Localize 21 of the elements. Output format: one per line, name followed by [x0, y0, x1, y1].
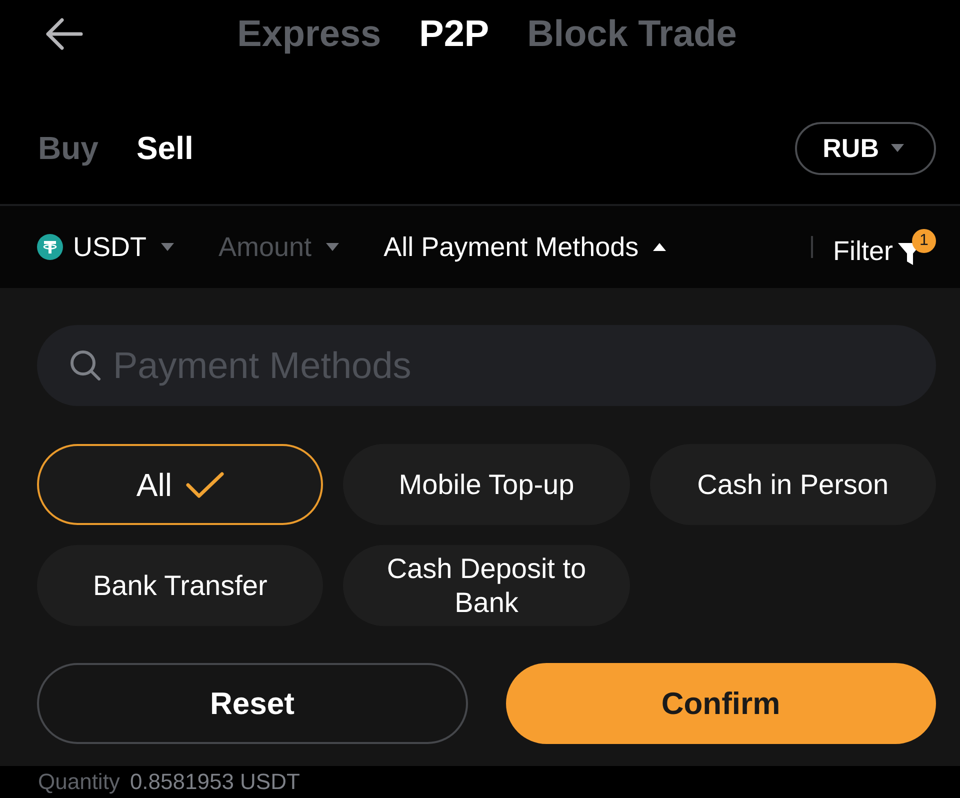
payment-method-chip[interactable]: Cash Deposit to Bank [343, 545, 630, 626]
payment-method-chip[interactable]: Cash in Person [650, 444, 936, 525]
back-arrow-icon[interactable] [45, 18, 83, 50]
quantity-label: Quantity [38, 769, 120, 795]
filter-button[interactable]: Filter 1 [833, 228, 936, 266]
quantity-value: 0.8581953 USDT [130, 769, 300, 795]
trade-side-tab[interactable]: Sell [136, 128, 194, 168]
caret-icon [891, 144, 904, 152]
currency-dropdown[interactable]: RUB [794, 122, 936, 174]
payment-method-chip[interactable]: Bank Transfer [37, 545, 324, 626]
coin-icon [37, 234, 63, 260]
payment-method-chip[interactable]: All [37, 444, 324, 525]
search-icon [69, 349, 101, 381]
filter-dropdown[interactable]: All Payment Methods [384, 231, 666, 263]
confirm-button[interactable]: Confirm [506, 663, 936, 744]
check-icon [186, 472, 224, 498]
payment-method-chip[interactable]: Mobile Top-up [343, 444, 630, 525]
mode-tab[interactable]: P2P [419, 12, 490, 56]
filter-count-badge: 1 [912, 228, 936, 252]
reset-button[interactable]: Reset [37, 663, 468, 744]
filter-dropdown[interactable]: USDT [73, 231, 174, 263]
